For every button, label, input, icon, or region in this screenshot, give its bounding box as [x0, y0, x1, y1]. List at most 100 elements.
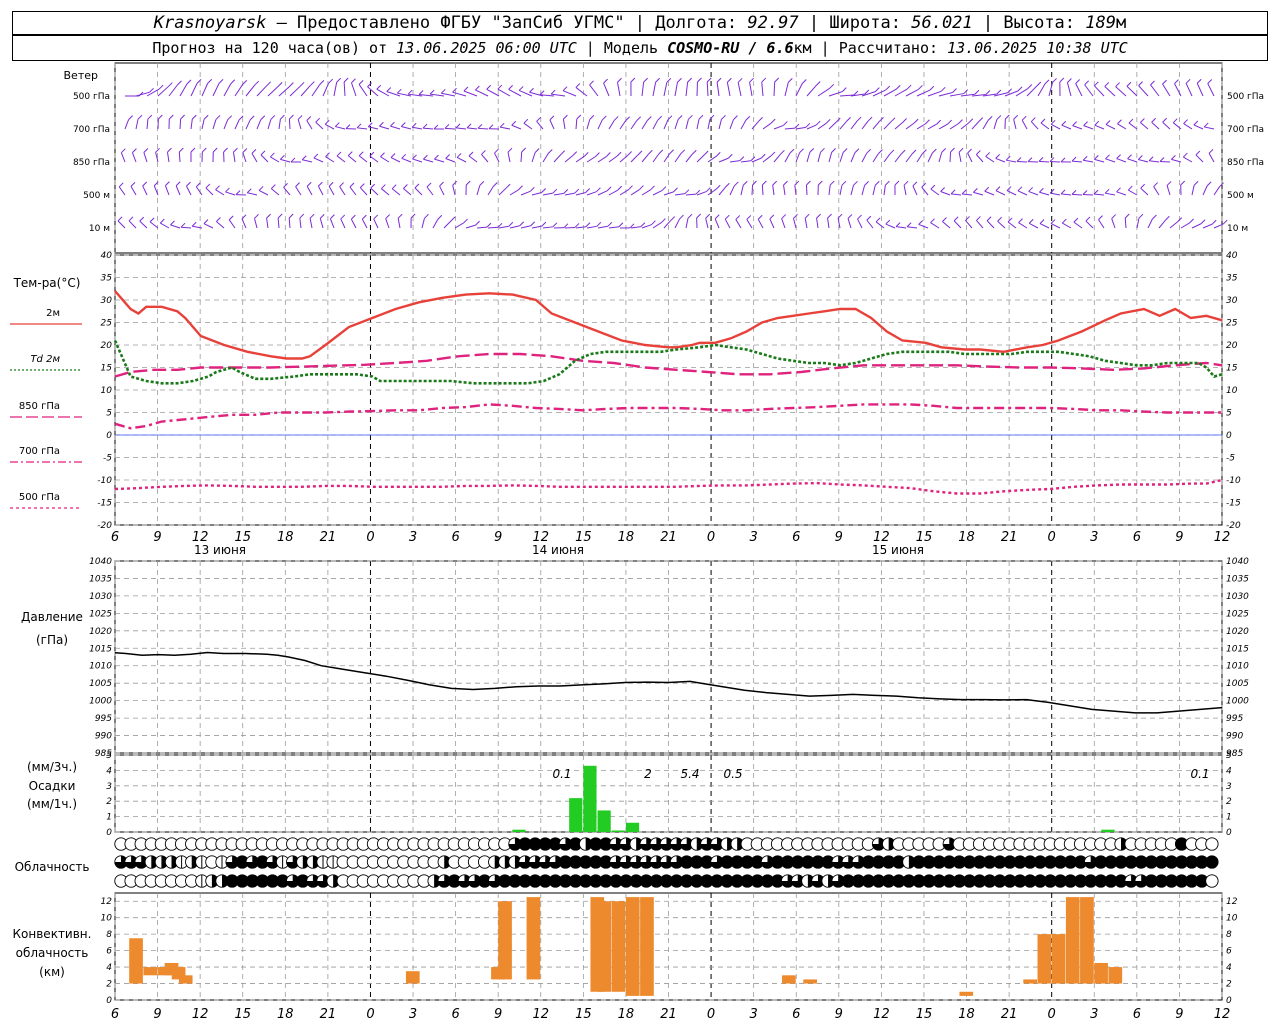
wind-barb-flag — [1124, 213, 1130, 219]
time-tick-label: 6 — [792, 530, 800, 545]
wind-barb — [1061, 193, 1072, 196]
wind-barb — [905, 88, 919, 97]
wind-barb — [729, 160, 740, 163]
conv-bar — [1051, 934, 1066, 984]
wind-barb-flag — [128, 216, 134, 222]
wind-barb — [313, 157, 324, 163]
wind-barb-flag — [233, 147, 238, 153]
wind-barb — [718, 186, 726, 196]
wind-barb — [1128, 122, 1138, 130]
wind-barb-flag — [1073, 217, 1079, 223]
wind-barb-flag — [1060, 157, 1066, 163]
wind-barb — [652, 119, 659, 130]
temp-tick-right: 25 — [1226, 319, 1238, 329]
conv-bar — [1037, 934, 1052, 984]
wind-barb-flag — [242, 148, 248, 153]
wind-barb-flag — [191, 221, 197, 227]
wind-barb — [850, 120, 858, 130]
pressure-tick-right: 1005 — [1226, 679, 1249, 689]
wind-barb — [896, 226, 907, 229]
wind-barb — [475, 89, 489, 97]
wind-barb-flag — [706, 187, 711, 192]
wind-barb — [794, 185, 797, 196]
conv-bar — [129, 938, 143, 984]
cloud-mid-fill — [1205, 855, 1219, 869]
wind-barb — [850, 152, 856, 163]
wind-barb-flag — [397, 213, 403, 219]
wind-barb — [412, 126, 423, 130]
wind-barb-flag — [380, 152, 385, 158]
wind-barb — [857, 218, 863, 229]
wind-barb — [373, 218, 379, 229]
conv-tick-right: 10 — [1226, 914, 1238, 924]
wind-barb-flag — [288, 213, 294, 219]
wind-barb — [531, 152, 536, 163]
precip-annotation: 0.5 — [723, 767, 742, 781]
time-tick-label-bottom: 21 — [1001, 1007, 1018, 1022]
wind-barb — [190, 119, 193, 130]
wind-barb — [247, 192, 258, 196]
wind-barb — [828, 152, 833, 163]
wind-barb — [170, 224, 181, 229]
wind-barb-flag — [847, 214, 853, 219]
wind-barb — [1169, 221, 1179, 229]
wind-barb — [1094, 85, 1105, 97]
wind-barb — [707, 119, 711, 130]
wind-barb — [381, 188, 390, 196]
wind-barb-flag — [657, 115, 663, 121]
wind-barb-flag — [761, 180, 767, 186]
wind-barb — [232, 152, 236, 163]
wind-barb-flag — [853, 180, 858, 186]
wind-barb — [468, 155, 478, 163]
legend-label: Td 2м — [30, 354, 60, 365]
pressure-tick-left: 1000 — [89, 697, 112, 707]
wind-barb-flag — [913, 118, 919, 124]
wind-barb-flag — [203, 114, 209, 120]
wind-barb-flag — [922, 149, 927, 154]
wind-barb-flag — [1117, 119, 1122, 125]
wind-barb-flag — [1071, 156, 1077, 162]
wind-barb — [223, 83, 232, 97]
precip-bar — [625, 822, 640, 832]
precip-bar — [583, 765, 597, 832]
wind-barb-flag — [246, 188, 252, 194]
wind-barb-flag — [423, 154, 428, 160]
wind-barb-flag — [1061, 218, 1067, 224]
wind-barb — [1050, 192, 1061, 196]
wind-barb-flag — [963, 89, 969, 94]
wind-barb — [454, 222, 464, 229]
wind-barb-flag — [961, 189, 967, 195]
conv-tick-right: 12 — [1226, 897, 1238, 907]
wind-barb-flag — [976, 216, 981, 221]
wind-barb-flag — [929, 85, 935, 91]
wind-barb — [1204, 126, 1215, 130]
wind-barb-flag — [128, 115, 133, 121]
wind-barb-flag — [583, 151, 589, 157]
time-tick-label: 21 — [660, 530, 677, 545]
wind-barb-flag — [1017, 186, 1023, 192]
wind-barb-flag — [677, 115, 683, 120]
wind-barb-flag — [829, 180, 835, 186]
temp-tick-left: 10 — [101, 386, 113, 396]
time-tick-label-bottom: 9 — [1175, 1007, 1183, 1022]
wind-barb — [190, 83, 198, 97]
wind-barb — [520, 225, 531, 229]
time-tick-label-bottom: 9 — [835, 1007, 843, 1022]
wind-barb — [336, 155, 346, 163]
wind-barb-flag — [1208, 148, 1214, 154]
wind-barb — [597, 225, 608, 229]
time-tick-label: 3 — [409, 530, 417, 545]
conv-bar — [959, 991, 974, 996]
wind-barb — [1066, 82, 1072, 97]
wind-barb — [350, 82, 357, 97]
wind-barb — [663, 82, 668, 97]
wind-barb-flag — [563, 114, 568, 120]
wind-barb-flag — [942, 217, 947, 222]
wind-barb-flag — [1017, 86, 1023, 92]
wind-barb-flag — [670, 216, 676, 221]
wind-barb — [589, 84, 599, 97]
wind-barb-flag — [230, 79, 236, 85]
wind-barb-flag — [149, 87, 154, 93]
wind-barb — [467, 127, 478, 130]
cloud-high-symbol — [1205, 837, 1219, 851]
